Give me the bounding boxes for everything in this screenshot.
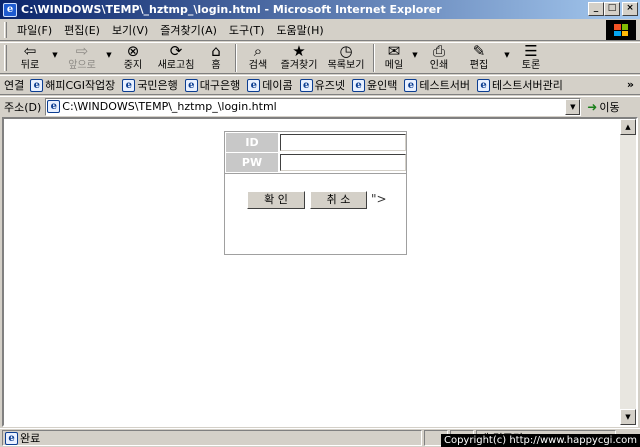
- menu-tools[interactable]: 도구(T): [223, 22, 271, 38]
- mail-button[interactable]: ✉ 메일: [379, 43, 409, 73]
- window-title: C:\WINDOWS\TEMP\_hztmp_\login.html - Mic…: [21, 3, 442, 16]
- stray-markup-text: ">: [371, 192, 387, 206]
- id-label: ID: [226, 133, 278, 152]
- address-input[interactable]: [62, 99, 563, 114]
- link-testserver[interactable]: e 테스트서버: [404, 77, 470, 93]
- mail-dropdown-icon[interactable]: ▼: [409, 43, 421, 59]
- address-dropdown-icon[interactable]: ▼: [565, 98, 581, 115]
- edit-button[interactable]: ✎ 편집: [457, 43, 501, 73]
- minimize-button[interactable]: _: [588, 2, 604, 16]
- go-arrow-icon: ➜: [587, 99, 598, 114]
- link-dacom[interactable]: e 데이콤: [247, 77, 293, 93]
- toolbar-grip[interactable]: [4, 45, 7, 71]
- menu-view[interactable]: 보기(V): [106, 22, 154, 38]
- forward-dropdown-icon[interactable]: ▼: [103, 43, 115, 59]
- windows-logo: [606, 20, 636, 40]
- pw-label: PW: [226, 153, 278, 172]
- pw-row: PW: [226, 153, 406, 172]
- done-page-icon: e: [5, 431, 18, 445]
- print-button[interactable]: ⎙ 인쇄: [421, 43, 457, 73]
- favorites-button[interactable]: ★ 즐겨찾기: [275, 43, 323, 73]
- page-viewport: ID PW 확 인 취 소 "> ▲ ▼: [2, 117, 638, 427]
- history-button[interactable]: ◷ 목록보기: [323, 43, 369, 73]
- ie-link-icon: e: [122, 78, 136, 92]
- close-button[interactable]: ×: [622, 2, 638, 16]
- window-controls: _ □ ×: [588, 2, 638, 16]
- pw-field-frame: [280, 154, 406, 171]
- link-daegu[interactable]: e 대구은행: [184, 77, 240, 93]
- forward-button[interactable]: ⇨ 앞으로: [61, 43, 103, 73]
- link-usenet[interactable]: e 유즈넷: [299, 77, 345, 93]
- link-happycgi[interactable]: e 해피CGI작업장: [30, 77, 115, 93]
- id-row: ID: [226, 133, 406, 152]
- toolbar-separator: [373, 44, 375, 72]
- printer-icon: ⎙: [432, 42, 445, 60]
- id-field-frame: [280, 134, 406, 151]
- back-dropdown-icon[interactable]: ▼: [49, 43, 61, 59]
- link-kookmin[interactable]: e 국민은행: [122, 77, 178, 93]
- discuss-button[interactable]: ☰ 토론: [513, 43, 549, 73]
- ie-link-icon: e: [477, 78, 491, 92]
- maximize-button[interactable]: □: [604, 2, 620, 16]
- ie-link-icon: e: [247, 78, 261, 92]
- go-button[interactable]: ➜ 이동: [587, 99, 619, 115]
- scroll-down-icon[interactable]: ▼: [620, 409, 636, 425]
- ie-link-icon: e: [299, 78, 313, 92]
- menu-favorites[interactable]: 즐겨찾기(A): [154, 22, 223, 38]
- status-text: 완료: [20, 432, 41, 445]
- forward-arrow-icon: ⇨: [75, 42, 89, 60]
- pw-input[interactable]: [281, 155, 405, 170]
- favorites-icon: ★: [292, 42, 306, 60]
- status-bar: e 완료 내 컴퓨터 Copyright(c) http://www.happy…: [0, 428, 640, 447]
- refresh-icon: ⟳: [169, 42, 183, 60]
- home-button[interactable]: ⌂ 홈: [201, 43, 231, 73]
- address-label: 주소(D): [4, 100, 42, 114]
- page-icon: e: [47, 100, 61, 113]
- standard-toolbar: ⇦ 뒤로 ▼ ⇨ 앞으로 ▼ ⊗ 중지 ⟳ 새로고침 ⌂ 홈 ⌕ 검색 ★ 즐겨…: [0, 42, 640, 74]
- ie-link-icon: e: [352, 78, 366, 92]
- confirm-button[interactable]: 확 인: [247, 191, 305, 209]
- scroll-up-icon[interactable]: ▲: [620, 119, 636, 135]
- edit-icon: ✎: [472, 42, 486, 60]
- search-button[interactable]: ⌕ 검색: [241, 43, 275, 73]
- form-divider: [225, 173, 406, 174]
- links-label: 연결: [4, 79, 25, 92]
- ie-link-icon: e: [30, 78, 44, 92]
- link-testserver-admin[interactable]: e 테스트서버관리: [477, 77, 563, 93]
- links-bar: 연결 e 해피CGI작업장 e 국민은행 e 대구은행 e 데이콤 e 유즈넷 e 윤인택 …: [0, 75, 640, 95]
- stop-icon: ⊗: [126, 42, 140, 60]
- menu-help[interactable]: 도움말(H): [270, 22, 329, 38]
- ie-link-icon: e: [404, 78, 418, 92]
- search-icon: ⌕: [253, 42, 263, 60]
- refresh-button[interactable]: ⟳ 새로고침: [151, 43, 201, 73]
- copyright-watermark: Copyright(c) http://www.happycgi.com: [440, 434, 640, 447]
- back-button[interactable]: ⇦ 뒤로: [11, 43, 49, 73]
- login-form: ID PW 확 인 취 소 ">: [224, 131, 407, 255]
- vertical-scrollbar[interactable]: ▲ ▼: [620, 119, 636, 425]
- discuss-icon: ☰: [524, 42, 538, 60]
- ie-link-icon: e: [184, 78, 198, 92]
- link-yunintaek[interactable]: e 윤인택: [352, 77, 397, 93]
- home-icon: ⌂: [211, 42, 221, 60]
- edit-dropdown-icon[interactable]: ▼: [501, 43, 513, 59]
- stop-button[interactable]: ⊗ 중지: [115, 43, 151, 73]
- title-bar: e C:\WINDOWS\TEMP\_hztmp_\login.html - M…: [0, 0, 640, 19]
- address-box: e ▼: [45, 97, 582, 116]
- toolbar-separator: [235, 44, 237, 72]
- address-bar: 주소(D) e ▼ ➜ 이동: [0, 96, 640, 116]
- status-main: e 완료: [2, 430, 422, 446]
- links-more-icon[interactable]: »: [627, 78, 634, 91]
- cancel-button[interactable]: 취 소: [310, 191, 367, 209]
- ie-icon: e: [3, 2, 17, 17]
- windows-flag-icon: [614, 24, 628, 36]
- menu-file[interactable]: 파일(F): [11, 22, 58, 38]
- back-arrow-icon: ⇦: [23, 42, 37, 60]
- history-icon: ◷: [339, 42, 353, 60]
- menu-grip[interactable]: [4, 21, 7, 38]
- menu-bar: 파일(F) 편집(E) 보기(V) 즐겨찾기(A) 도구(T) 도움말(H): [0, 19, 640, 41]
- mail-icon: ✉: [387, 42, 401, 60]
- id-input[interactable]: [281, 135, 405, 150]
- menu-edit[interactable]: 편집(E): [58, 22, 106, 38]
